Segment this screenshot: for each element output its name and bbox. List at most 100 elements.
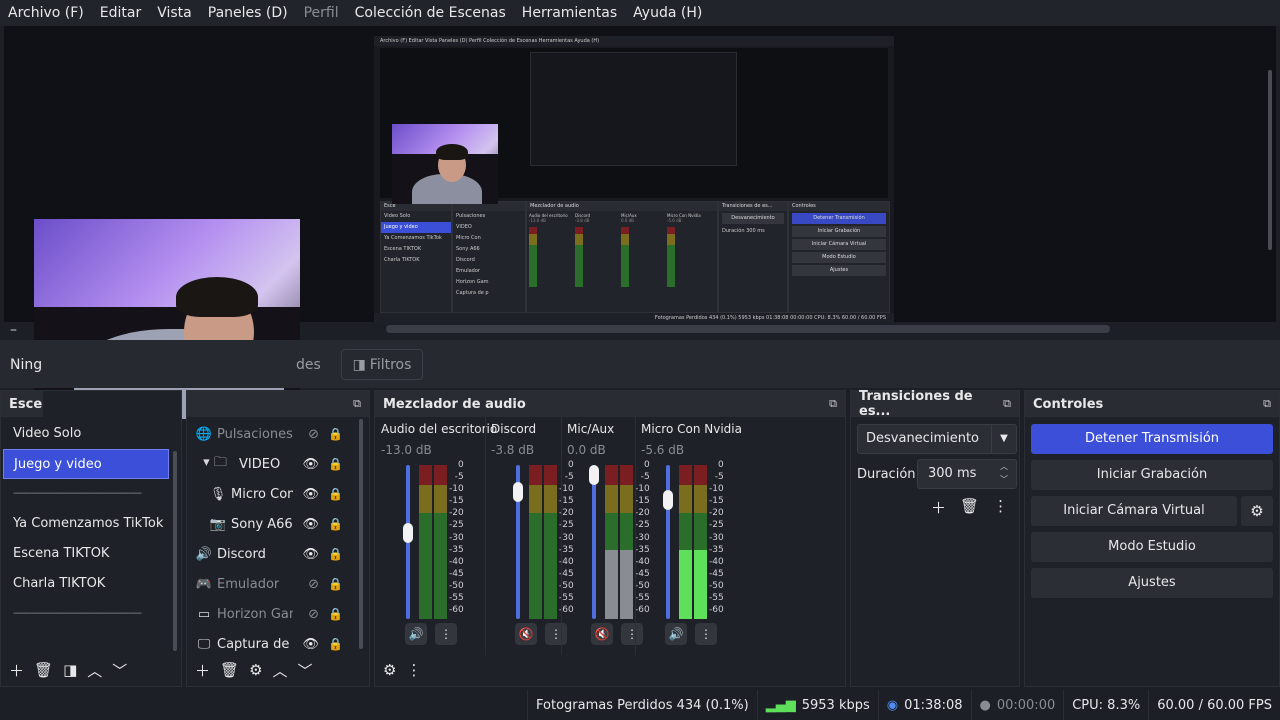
scene-separator[interactable]: ----------------------------------------… [3,479,169,509]
remove-transition-icon[interactable]: 🗑 [960,497,979,518]
undock-icon[interactable]: ⧉ [353,397,361,411]
source-item[interactable]: 🎮 Emulador ⊘ 🔒 [195,569,355,599]
speaker-icon: 🔊 [195,546,213,562]
volume-slider[interactable] [663,465,673,619]
source-item[interactable]: 🎙 Micro Con 👁 🔒 [195,479,355,509]
lock-icon[interactable]: 🔒 [328,487,343,501]
preview-vertical-scrollbar[interactable] [1268,70,1272,250]
nested-controls-panel: Controles Detener Transmisión Iniciar Gra… [788,201,890,313]
eye-icon[interactable]: 👁 [302,637,319,652]
menu-item[interactable]: Perfil [296,5,347,21]
remove-scene-icon[interactable]: 🗑 [34,661,53,679]
undock-icon[interactable]: ⧉ [1263,397,1271,411]
studio-mode-button[interactable]: Modo Estudio [1031,532,1273,562]
channel-name: Audio del escritorio [381,422,498,436]
menu-item[interactable]: Archivo (F) [0,5,92,21]
mixer-menu-icon[interactable]: ⋮ [406,661,421,679]
speaker-icon[interactable]: 🔊 [665,623,687,645]
undock-icon[interactable]: ⧉ [1003,397,1011,411]
lock-icon[interactable]: 🔒 [328,547,343,561]
camera-icon: 📷 [209,516,227,532]
scene-filters-icon[interactable]: ◨ [63,661,77,679]
advanced-audio-icon[interactable]: ⚙ [383,661,396,679]
spin-arrows-icon[interactable]: ︿ ﹀ [992,460,1016,488]
menu-item[interactable]: Editar [92,5,149,21]
channel-menu-icon[interactable]: ⋮ [545,623,567,645]
menu-item[interactable]: Vista [149,5,200,21]
duration-spinbox[interactable]: 300 ms ︿ ﹀ [917,459,1017,489]
eye-hidden-icon[interactable]: ⊘ [308,427,319,442]
db-scale: 0 -5 -10 -15 -20 -25 -30 -35 -40 -45 -50 -55 -60 [709,460,724,616]
source-up-icon[interactable]: ︿ [273,660,288,681]
add-scene-icon[interactable]: ＋ [9,660,24,681]
lock-icon[interactable]: 🔒 [328,517,343,531]
eye-icon[interactable]: 👁 [302,487,319,502]
lock-icon[interactable]: 🔒 [328,607,343,621]
source-item[interactable]: 🌐 Pulsaciones ⊘ 🔒 [195,419,355,449]
channel-menu-icon[interactable]: ⋮ [695,623,717,645]
scene-item[interactable]: Charla TIKTOK [3,569,169,599]
nested-scene-item: Juego y video [381,222,451,233]
source-item[interactable]: ▾ 🗀 VIDEO 👁 🔒 [195,449,355,479]
eye-hidden-icon[interactable]: ⊘ [308,607,319,622]
volume-slider[interactable] [403,465,413,619]
speaker-icon[interactable]: 🔊 [405,623,427,645]
zoom-out-icon[interactable]: – [10,322,17,338]
sources-scrollbar[interactable] [359,419,363,649]
lock-icon[interactable]: 🔒 [328,637,343,651]
lock-icon[interactable]: 🔒 [328,427,343,441]
eye-hidden-icon[interactable]: ⊘ [308,577,319,592]
start-virtual-camera-button[interactable]: Iniciar Cámara Virtual [1031,496,1237,526]
stop-streaming-button[interactable]: Detener Transmisión [1031,424,1273,454]
muted-icon[interactable]: 🔇 [515,623,537,645]
menu-item[interactable]: Colección de Escenas [347,5,514,21]
volume-slider-handle[interactable] [589,465,599,485]
menu-item[interactable]: Ayuda (H) [625,5,710,21]
eye-icon[interactable]: 👁 [302,457,319,472]
filters-button[interactable]: ◨ Filtros [341,349,423,380]
source-down-icon[interactable]: ﹀ [298,660,313,681]
context-properties-label[interactable]: des [296,357,321,373]
remove-source-icon[interactable]: 🗑 [220,661,239,679]
scene-separator[interactable]: ----------------------------------------… [3,599,169,629]
scenes-scrollbar[interactable] [173,451,177,651]
channel-menu-icon[interactable]: ⋮ [621,623,643,645]
move-down-icon[interactable]: ﹀ [112,660,127,681]
source-item[interactable]: 🔊 Discord 👁 🔒 [195,539,355,569]
volume-slider[interactable] [513,465,523,619]
add-source-icon[interactable]: ＋ [195,660,210,681]
source-item[interactable]: 📷Sony A6600 👁 🔒 [195,509,355,539]
eye-icon[interactable]: 👁 [302,517,319,532]
muted-icon[interactable]: 🔇 [591,623,613,645]
source-properties-icon[interactable]: ⚙ [249,661,262,679]
start-recording-button[interactable]: Iniciar Grabación [1031,460,1273,490]
nested-status: Fotogramas Perdidos 434 (0.1%) 5953 kbps… [374,313,894,323]
source-item[interactable]: ▭ Horizon Game ⊘ 🔒 [195,599,355,629]
eye-icon[interactable]: 👁 [302,547,319,562]
scene-item[interactable]: Escena TIKTOK [3,539,169,569]
transition-select[interactable]: Desvanecimiento ▼ [857,424,1017,454]
lock-icon[interactable]: 🔒 [328,457,343,471]
menu-item[interactable]: Paneles (D) [200,5,296,21]
scene-item[interactable]: Ya Comenzamos TikTok [3,509,169,539]
virtual-camera-settings-icon[interactable]: ⚙ [1241,496,1273,526]
volume-slider-handle[interactable] [513,481,523,502]
move-up-icon[interactable]: ︿ [87,660,102,681]
menu-item[interactable]: Herramientas [514,5,625,21]
volume-slider[interactable] [589,465,599,619]
undock-icon[interactable]: ⧉ [829,397,837,411]
scene-item[interactable]: Video Solo [3,419,169,449]
channel-menu-icon[interactable]: ⋮ [435,623,457,645]
volume-slider-handle[interactable] [403,523,413,544]
add-transition-icon[interactable]: ＋ [931,497,946,518]
channel-divider [635,417,636,655]
settings-button[interactable]: Ajustes [1031,568,1273,598]
volume-slider-handle[interactable] [663,490,673,510]
scene-item[interactable]: Juego y video [3,449,169,479]
microphone-icon: 🎙 [209,486,227,502]
db-scale: 0 -5 -10 -15 -20 -25 -30 -35 -40 -45 -50 -55 -60 [449,460,464,616]
lock-icon[interactable]: 🔒 [328,577,343,591]
fps-display: 60.00 / 60.00 FPS [1148,690,1280,720]
transition-menu-icon[interactable]: ⋮ [993,497,1008,518]
preview-horizontal-scrollbar[interactable] [386,325,1110,333]
